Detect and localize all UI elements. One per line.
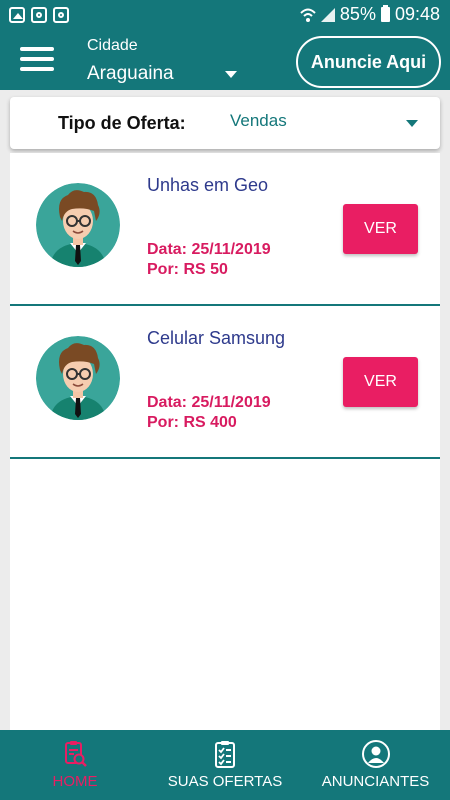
announce-button[interactable]: Anuncie Aqui — [296, 36, 441, 88]
offer-date: Data: 25/11/2019 — [147, 241, 271, 258]
user-circle-icon — [361, 740, 390, 768]
offer-date: Data: 25/11/2019 — [147, 394, 271, 411]
offer-price: Por: RS 50 — [147, 261, 228, 278]
search-list-icon — [65, 741, 87, 767]
clipboard-icon — [215, 741, 235, 768]
system-indicators: 85% 09:48 — [300, 4, 440, 25]
app-header: Cidade Araguaina Anuncie Aqui — [0, 30, 450, 90]
city-select[interactable]: Araguaina — [87, 63, 237, 87]
signal-icon — [320, 7, 335, 22]
ver-button[interactable]: VER — [343, 357, 418, 407]
offers-list: Unhas em Geo Data: 25/11/2019 Por: RS 50… — [10, 153, 440, 730]
nav-suas-ofertas-label: SUAS OFERTAS — [167, 773, 283, 790]
instagram-notification-icon — [53, 7, 69, 23]
status-bar: 85% 09:48 — [0, 0, 450, 30]
offer-type-label: Tipo de Oferta: — [58, 113, 186, 133]
bottom-navigation: HOME SUAS OFERTAS ANUNCIANTES — [0, 730, 450, 800]
offer-title: Unhas em Geo — [147, 175, 269, 195]
gallery-notification-icon — [9, 7, 25, 23]
list-item[interactable]: Unhas em Geo Data: 25/11/2019 Por: RS 50… — [10, 153, 440, 306]
clock: 09:48 — [394, 4, 440, 24]
wifi-icon — [300, 8, 316, 22]
nav-suas-ofertas[interactable]: SUAS OFERTAS — [165, 730, 285, 800]
chevron-down-icon — [225, 71, 237, 78]
list-item[interactable]: Celular Samsung Data: 25/11/2019 Por: RS… — [10, 306, 440, 459]
hamburger-menu-icon[interactable] — [20, 47, 54, 73]
instagram-notification-icon — [31, 7, 47, 23]
ver-button[interactable]: VER — [343, 204, 418, 254]
nav-home-label: HOME — [52, 773, 98, 790]
city-label: Cidade — [87, 37, 138, 54]
offer-type-value: Vendas — [230, 111, 287, 130]
city-value: Araguaina — [87, 63, 174, 84]
avatar — [36, 336, 120, 420]
battery-icon — [380, 5, 390, 22]
nav-anunciantes[interactable]: ANUNCIANTES — [318, 730, 433, 800]
avatar — [36, 183, 120, 267]
notification-icons — [9, 7, 69, 23]
offer-title: Celular Samsung — [147, 328, 286, 348]
offer-type-card: Tipo de Oferta: Vendas — [10, 97, 440, 149]
nav-home[interactable]: HOME — [30, 730, 120, 800]
battery-percent: 85% — [339, 4, 376, 24]
chevron-down-icon — [406, 120, 418, 127]
nav-anunciantes-label: ANUNCIANTES — [321, 773, 430, 790]
offer-price: Por: RS 400 — [147, 414, 237, 431]
offer-type-select[interactable]: Vendas — [230, 111, 430, 135]
